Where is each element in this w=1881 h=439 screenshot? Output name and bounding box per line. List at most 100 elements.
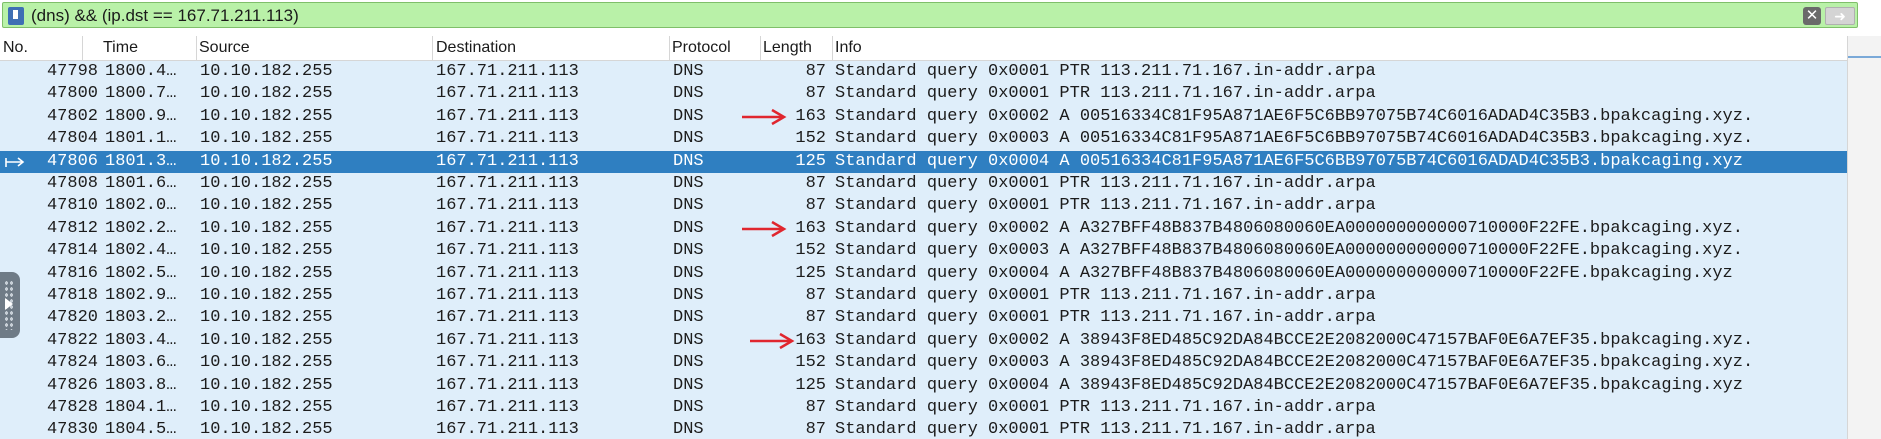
packet-row[interactable]: 47802 1800.9… 10.10.182.255 167.71.211.113 D…: [0, 106, 1847, 128]
cell-time: 1803.4…: [105, 330, 177, 350]
filter-expression[interactable]: (dns) && (ip.dst == 167.71.211.113): [31, 6, 299, 26]
packet-row[interactable]: 47812 1802.2… 10.10.182.255 167.71.211.113 D…: [0, 218, 1847, 240]
side-panel-handle[interactable]: [0, 272, 20, 338]
cell-source: 10.10.182.255: [200, 106, 333, 126]
cell-protocol: DNS: [673, 241, 704, 261]
expand-arrow-icon: [5, 298, 13, 310]
cell-source: 10.10.182.255: [200, 286, 333, 305]
cell-time: 1803.6…: [105, 353, 177, 373]
display-filter-toolbar: (dns) && (ip.dst == 167.71.211.113) ✕ ➜: [0, 0, 1881, 32]
cell-info: Standard query 0x0001 PTR 113.211.71.167…: [835, 420, 1376, 439]
cell-time: 1802.0…: [105, 196, 177, 216]
packet-row[interactable]: 47800 1800.7… 10.10.182.255 167.71.211.113 D…: [0, 83, 1847, 105]
cell-protocol: DNS: [673, 129, 704, 149]
cell-protocol: DNS: [673, 308, 704, 328]
scroll-position-indicator: [1848, 56, 1881, 58]
cell-destination: 167.71.211.113: [436, 218, 579, 238]
packet-row[interactable]: 47804 1801.1… 10.10.182.255 167.71.211.113 D…: [0, 128, 1847, 150]
bookmark-icon[interactable]: [8, 7, 24, 25]
packet-row[interactable]: 47816 1802.5… 10.10.182.255 167.71.211.113 D…: [0, 263, 1847, 285]
cell-length: 152: [795, 353, 826, 373]
cell-time: 1801.3…: [105, 151, 177, 171]
column-header-length[interactable]: Length: [760, 36, 833, 60]
cell-length: 87: [805, 84, 826, 104]
packet-row[interactable]: 47824 1803.6… 10.10.182.255 167.71.211.113 D…: [0, 352, 1847, 374]
cell-protocol: DNS: [673, 353, 704, 373]
cell-source: 10.10.182.255: [200, 353, 333, 373]
cell-protocol: DNS: [673, 62, 704, 81]
cell-info: Standard query 0x0001 PTR 113.211.71.167…: [835, 84, 1376, 104]
cell-time: 1800.7…: [105, 84, 177, 104]
column-header-protocol[interactable]: Protocol: [669, 36, 761, 60]
cell-protocol: DNS: [673, 286, 704, 305]
cell-protocol: DNS: [673, 151, 704, 171]
cell-time: 1803.2…: [105, 308, 177, 328]
packet-list[interactable]: 47798 1800.4… 10.10.182.255 167.71.211.113 D…: [0, 61, 1847, 439]
cell-info: Standard query 0x0004 A 00516334C81F95A8…: [835, 151, 1743, 171]
cell-length: 87: [805, 286, 826, 305]
cell-length: 125: [795, 151, 826, 171]
cell-no: 47814: [46, 241, 98, 261]
cell-source: 10.10.182.255: [200, 62, 333, 81]
cell-destination: 167.71.211.113: [436, 398, 579, 417]
cell-no: 47804: [46, 129, 98, 149]
column-header-info[interactable]: Info: [832, 36, 1847, 60]
packet-row[interactable]: 47806 1801.3… 10.10.182.255 167.71.211.113 D…: [0, 150, 1847, 173]
cell-destination: 167.71.211.113: [436, 62, 579, 81]
cell-no: 47810: [46, 196, 98, 216]
cell-time: 1800.9…: [105, 106, 177, 126]
cell-info: Standard query 0x0001 PTR 113.211.71.167…: [835, 196, 1376, 216]
packet-row[interactable]: 47826 1803.8… 10.10.182.255 167.71.211.113 D…: [0, 375, 1847, 397]
cell-time: 1802.4…: [105, 241, 177, 261]
cell-destination: 167.71.211.113: [436, 84, 579, 104]
cell-destination: 167.71.211.113: [436, 151, 579, 171]
cell-protocol: DNS: [673, 398, 704, 417]
cell-source: 10.10.182.255: [200, 375, 333, 395]
cell-destination: 167.71.211.113: [436, 196, 579, 216]
packet-row[interactable]: 47808 1801.6… 10.10.182.255 167.71.211.113 D…: [0, 173, 1847, 195]
cell-info: Standard query 0x0001 PTR 113.211.71.167…: [835, 286, 1376, 305]
cell-destination: 167.71.211.113: [436, 263, 579, 283]
cell-source: 10.10.182.255: [200, 84, 333, 104]
cell-source: 10.10.182.255: [200, 218, 333, 238]
cell-source: 10.10.182.255: [200, 308, 333, 328]
packet-row[interactable]: 47810 1802.0… 10.10.182.255 167.71.211.113 D…: [0, 195, 1847, 217]
cell-info: Standard query 0x0001 PTR 113.211.71.167…: [835, 308, 1376, 328]
cell-length: 87: [805, 420, 826, 439]
column-header-destination[interactable]: Destination: [433, 36, 670, 60]
packet-row[interactable]: 47818 1802.9… 10.10.182.255 167.71.211.113 D…: [0, 285, 1847, 307]
cell-time: 1803.8…: [105, 375, 177, 395]
packet-row[interactable]: 47820 1803.2… 10.10.182.255 167.71.211.113 D…: [0, 307, 1847, 329]
cell-source: 10.10.182.255: [200, 263, 333, 283]
display-filter-input[interactable]: (dns) && (ip.dst == 167.71.211.113) ✕ ➜: [2, 2, 1858, 28]
packet-row[interactable]: 47814 1802.4… 10.10.182.255 167.71.211.113 D…: [0, 240, 1847, 262]
cell-time: 1801.6…: [105, 174, 177, 193]
apply-arrow-icon[interactable]: ➜: [1825, 7, 1855, 25]
cell-length: 87: [805, 196, 826, 216]
packet-row[interactable]: 47828 1804.1… 10.10.182.255 167.71.211.113 D…: [0, 397, 1847, 419]
cell-info: Standard query 0x0001 PTR 113.211.71.167…: [835, 174, 1376, 193]
cell-info: Standard query 0x0001 PTR 113.211.71.167…: [835, 398, 1376, 417]
cell-protocol: DNS: [673, 330, 704, 350]
cell-length: 152: [795, 129, 826, 149]
column-header-source[interactable]: Source: [196, 36, 433, 60]
column-header-no[interactable]: No.: [0, 36, 83, 60]
clear-x-icon[interactable]: ✕: [1803, 7, 1821, 25]
column-header-time[interactable]: Time: [100, 36, 197, 60]
packet-list-scrollbar[interactable]: [1847, 36, 1881, 439]
cell-time: 1800.4…: [105, 62, 177, 81]
cell-info: Standard query 0x0004 A 38943F8ED485C92D…: [835, 375, 1743, 395]
packet-row[interactable]: 47822 1803.4… 10.10.182.255 167.71.211.113 D…: [0, 330, 1847, 352]
cell-time: 1804.1…: [105, 398, 177, 417]
cell-length: 125: [795, 263, 826, 283]
cell-destination: 167.71.211.113: [436, 420, 579, 439]
cell-info: Standard query 0x0003 A 00516334C81F95A8…: [835, 129, 1754, 149]
packet-row[interactable]: 47798 1800.4… 10.10.182.255 167.71.211.113 D…: [0, 61, 1847, 83]
cell-time: 1802.9…: [105, 286, 177, 305]
packet-row[interactable]: 47830 1804.5… 10.10.182.255 167.71.211.113 D…: [0, 419, 1847, 439]
cell-length: 87: [805, 174, 826, 193]
packet-list-header: No. Time Source Destination Protocol Len…: [0, 36, 1847, 61]
cell-info: Standard query 0x0003 A 38943F8ED485C92D…: [835, 353, 1754, 373]
cell-destination: 167.71.211.113: [436, 353, 579, 373]
cell-source: 10.10.182.255: [200, 196, 333, 216]
